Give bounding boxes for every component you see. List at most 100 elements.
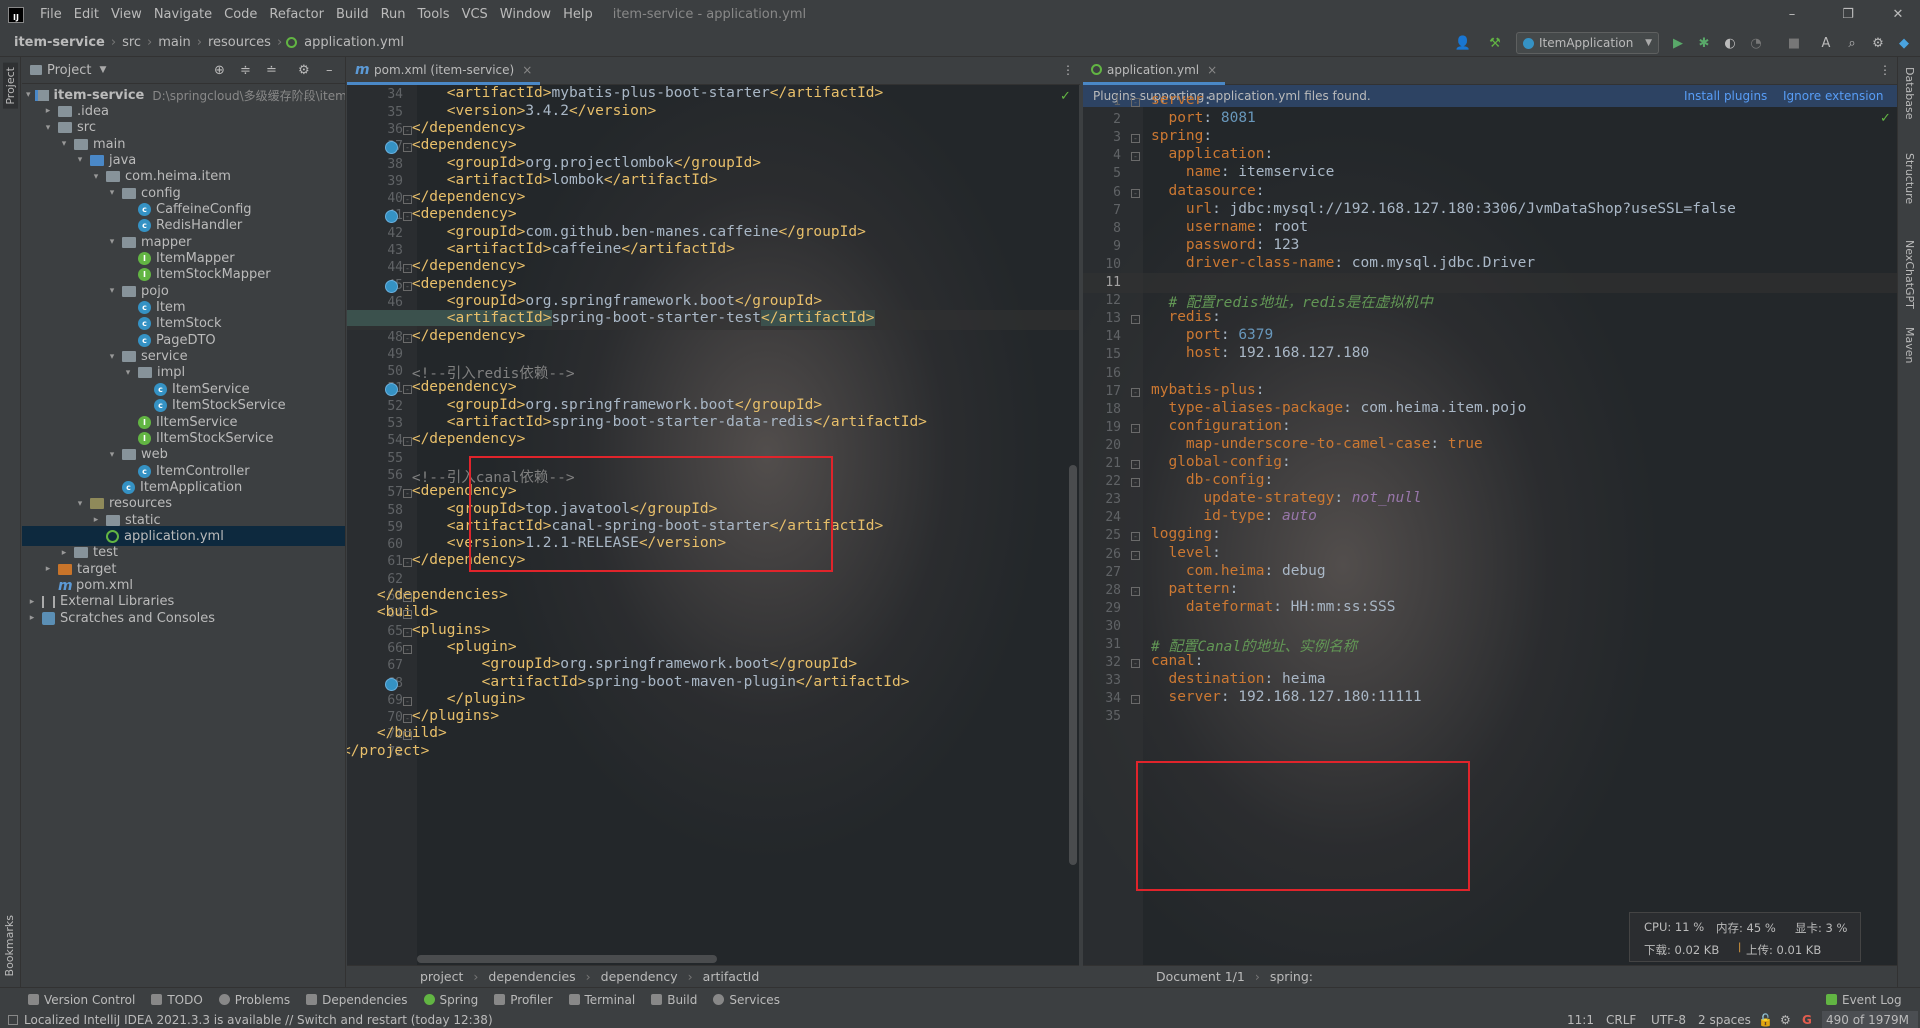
indent-setting[interactable]: 2 spaces bbox=[1698, 1011, 1751, 1028]
fold-marker-icon[interactable]: - bbox=[1131, 550, 1140, 560]
pom-crumb-project[interactable]: project bbox=[420, 969, 463, 984]
fold-marker-icon[interactable]: - bbox=[403, 281, 412, 291]
pom-crumb-dependencies[interactable]: dependencies bbox=[488, 969, 575, 984]
fold-marker-icon[interactable]: - bbox=[403, 385, 412, 395]
nexchatgpt-tool-tab[interactable]: NexChatGPT bbox=[1903, 240, 1916, 309]
chevron-down-icon[interactable]: ▼ bbox=[99, 65, 106, 75]
maven-dependency-icon[interactable] bbox=[385, 677, 398, 691]
hide-panel-icon[interactable]: – bbox=[326, 63, 333, 78]
file-encoding[interactable]: UTF-8 bbox=[1651, 1011, 1686, 1028]
yml-crumb-spring[interactable]: spring: bbox=[1270, 969, 1313, 984]
fold-marker-icon[interactable]: - bbox=[1131, 659, 1140, 669]
yml-editor[interactable]: Plugins supporting application.yml files… bbox=[1083, 85, 1897, 965]
database-tool-tab[interactable]: Database bbox=[1903, 67, 1916, 120]
pom-vertical-scrollbar[interactable] bbox=[1069, 465, 1077, 865]
chevron-down-icon[interactable]: ▾ bbox=[106, 188, 118, 198]
toolwindow-version-control[interactable]: Version Control bbox=[20, 993, 143, 1007]
fold-marker-icon[interactable]: - bbox=[403, 195, 412, 205]
chevron-right-icon[interactable]: ▸ bbox=[58, 548, 70, 558]
install-plugins-link[interactable]: Install plugins bbox=[1684, 89, 1767, 103]
fold-marker-icon[interactable]: - bbox=[1131, 98, 1140, 107]
breadcrumb-main[interactable]: main bbox=[156, 35, 192, 50]
tab-pom-xml[interactable]: m pom.xml (item-service) × bbox=[347, 57, 541, 85]
fold-marker-icon[interactable]: - bbox=[1131, 460, 1140, 469]
fold-marker-icon[interactable]: - bbox=[1131, 134, 1140, 144]
yml-crumb-document[interactable]: Document 1/1 bbox=[1156, 969, 1245, 984]
maven-dependency-icon[interactable] bbox=[385, 279, 398, 293]
chevron-down-icon[interactable]: ▾ bbox=[122, 368, 134, 378]
more-tabs-icon[interactable]: ⋮ bbox=[1062, 63, 1074, 77]
toolwindow-terminal[interactable]: Terminal bbox=[561, 993, 644, 1007]
fold-marker-icon[interactable]: - bbox=[1131, 586, 1140, 596]
fold-marker-icon[interactable]: - bbox=[403, 437, 412, 447]
run-icon[interactable]: ▶ bbox=[1668, 34, 1688, 52]
chevron-down-icon[interactable]: ▾ bbox=[42, 123, 54, 133]
menu-run[interactable]: Run bbox=[375, 0, 412, 29]
toolbox-icon[interactable]: ◆ bbox=[1894, 34, 1914, 52]
pom-crumb-artifactid[interactable]: artifactId bbox=[703, 969, 760, 984]
profile-icon[interactable]: ◔ bbox=[1746, 34, 1766, 52]
fold-marker-icon[interactable]: - bbox=[403, 696, 412, 706]
lock-icon[interactable]: 🔓 bbox=[1758, 1011, 1773, 1028]
restore-button[interactable]: ❐ bbox=[1826, 0, 1870, 29]
chevron-right-icon[interactable]: ▸ bbox=[26, 613, 38, 623]
menu-tools[interactable]: Tools bbox=[412, 0, 456, 29]
menu-view[interactable]: View bbox=[105, 0, 148, 29]
chevron-down-icon[interactable]: ▾ bbox=[106, 352, 118, 362]
breadcrumb-resources[interactable]: resources bbox=[206, 35, 273, 50]
tree-item[interactable]: ▸ Scratches and Consoles bbox=[22, 608, 345, 628]
git-icon[interactable]: ⚙ bbox=[1780, 1011, 1791, 1028]
project-tool-tab[interactable]: Project bbox=[3, 63, 18, 109]
fold-marker-icon[interactable]: - bbox=[1131, 188, 1140, 198]
breadcrumb-application-yml[interactable]: application.yml bbox=[302, 35, 406, 50]
fold-marker-icon[interactable]: - bbox=[1131, 532, 1140, 542]
translate-icon[interactable]: A bbox=[1816, 34, 1836, 52]
hammer-build-icon[interactable]: ⚒ bbox=[1485, 34, 1505, 52]
fold-marker-icon[interactable]: - bbox=[403, 212, 412, 222]
bookmarks-tool-tab[interactable]: Bookmarks bbox=[3, 915, 16, 976]
menu-file[interactable]: File bbox=[34, 0, 68, 29]
fold-marker-icon[interactable]: - bbox=[1131, 695, 1140, 705]
chevron-right-icon[interactable]: ▸ bbox=[42, 106, 54, 116]
memory-indicator[interactable]: 490 of 1979M bbox=[1822, 1011, 1918, 1028]
menu-edit[interactable]: Edit bbox=[68, 0, 105, 29]
ignore-extension-link[interactable]: Ignore extension bbox=[1783, 89, 1883, 103]
more-tabs-icon[interactable]: ⋮ bbox=[1879, 63, 1891, 77]
stop-icon[interactable]: ■ bbox=[1784, 34, 1804, 52]
collapse-all-icon[interactable]: ≐ bbox=[266, 63, 277, 78]
toolwindow-build[interactable]: Build bbox=[643, 993, 705, 1007]
fold-marker-icon[interactable]: - bbox=[403, 489, 412, 499]
pom-horizontal-scrollbar[interactable] bbox=[417, 955, 717, 963]
fold-marker-icon[interactable]: - bbox=[1131, 423, 1140, 433]
fold-marker-icon[interactable]: - bbox=[403, 644, 412, 654]
structure-tool-tab[interactable]: Structure bbox=[1903, 153, 1916, 204]
menu-window[interactable]: Window bbox=[494, 0, 557, 29]
chevron-right-icon[interactable]: ▸ bbox=[26, 597, 38, 607]
locate-icon[interactable]: ⊕ bbox=[214, 63, 225, 78]
fold-marker-icon[interactable]: - bbox=[403, 558, 412, 568]
fold-marker-icon[interactable]: - bbox=[1131, 387, 1140, 397]
fold-marker-icon[interactable]: - bbox=[1131, 152, 1140, 162]
menu-navigate[interactable]: Navigate bbox=[148, 0, 218, 29]
chevron-down-icon[interactable]: ▾ bbox=[58, 139, 70, 149]
fold-marker-icon[interactable]: - bbox=[403, 731, 412, 741]
fold-marker-icon[interactable]: - bbox=[1131, 478, 1140, 488]
project-panel-title[interactable]: Project bbox=[47, 63, 91, 78]
close-tab-icon[interactable]: × bbox=[1207, 63, 1217, 77]
chevron-down-icon[interactable]: ▾ bbox=[106, 450, 118, 460]
search-icon[interactable]: ⌕ bbox=[1842, 34, 1862, 52]
caret-position[interactable]: 11:1 bbox=[1567, 1011, 1594, 1028]
chevron-right-icon[interactable]: ▸ bbox=[90, 515, 102, 525]
fold-marker-icon[interactable]: - bbox=[1131, 315, 1140, 325]
toolwindow-todo[interactable]: TODO bbox=[143, 993, 210, 1007]
menu-code[interactable]: Code bbox=[218, 0, 263, 29]
chevron-right-icon[interactable]: ▸ bbox=[42, 564, 54, 574]
google-icon[interactable]: G bbox=[1802, 1011, 1812, 1028]
toolwindow-dependencies[interactable]: Dependencies bbox=[298, 993, 415, 1007]
expand-all-icon[interactable]: ≑ bbox=[240, 63, 251, 78]
menu-build[interactable]: Build bbox=[330, 0, 375, 29]
debug-icon[interactable]: ✱ bbox=[1694, 34, 1714, 52]
fold-marker-icon[interactable]: - bbox=[403, 610, 412, 620]
fold-marker-icon[interactable]: - bbox=[403, 333, 412, 343]
minimize-button[interactable]: – bbox=[1770, 0, 1814, 29]
